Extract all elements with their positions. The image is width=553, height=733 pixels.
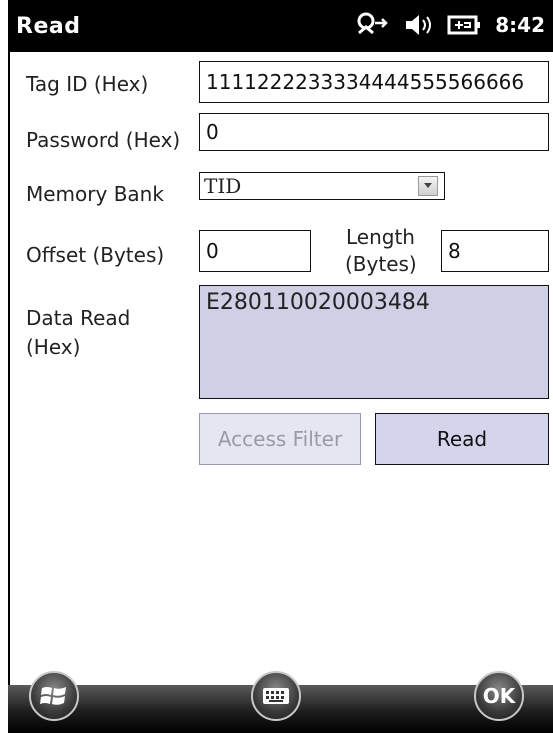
data-read-label-line1: Data Read [26,306,131,330]
clock[interactable]: 8:42 [495,13,545,37]
data-read-output[interactable]: E280110020003484 [199,285,549,399]
memory-bank-label: Memory Bank [26,182,164,206]
title-bar: Read 8:42 [8,0,553,52]
tag-id-label: Tag ID (Hex) [26,72,149,96]
read-button[interactable]: Read [375,413,549,465]
offset-label: Offset (Bytes) [26,243,165,267]
chevron-down-icon[interactable] [418,176,438,196]
volume-icon[interactable] [403,12,433,38]
password-input[interactable]: 0 [199,113,549,151]
app-window: Read 8:42 Tag ID (Hex) 11112222333344445… [0,0,553,733]
length-label-line1: Length [346,225,415,249]
window-title: Read [16,14,81,39]
left-border [8,52,10,685]
memory-bank-select[interactable]: TID [199,172,445,200]
data-read-label-line2: (Hex) [26,335,81,359]
status-area: 8:42 [355,10,545,40]
password-label: Password (Hex) [26,128,181,152]
battery-icon[interactable] [447,13,481,37]
ok-label: OK [482,684,516,708]
access-filter-button[interactable]: Access Filter [199,413,361,465]
ok-button[interactable]: OK [474,671,524,721]
memory-bank-value: TID [204,174,242,198]
keyboard-icon[interactable] [251,671,301,721]
length-input[interactable]: 8 [441,230,549,272]
windows-start-icon[interactable] [29,671,79,721]
connectivity-icon[interactable] [355,11,389,39]
offset-input[interactable]: 0 [199,230,311,272]
tag-id-input[interactable]: 1111222233334444555566666 [199,61,549,103]
length-label-line2: (Bytes) [345,252,417,276]
